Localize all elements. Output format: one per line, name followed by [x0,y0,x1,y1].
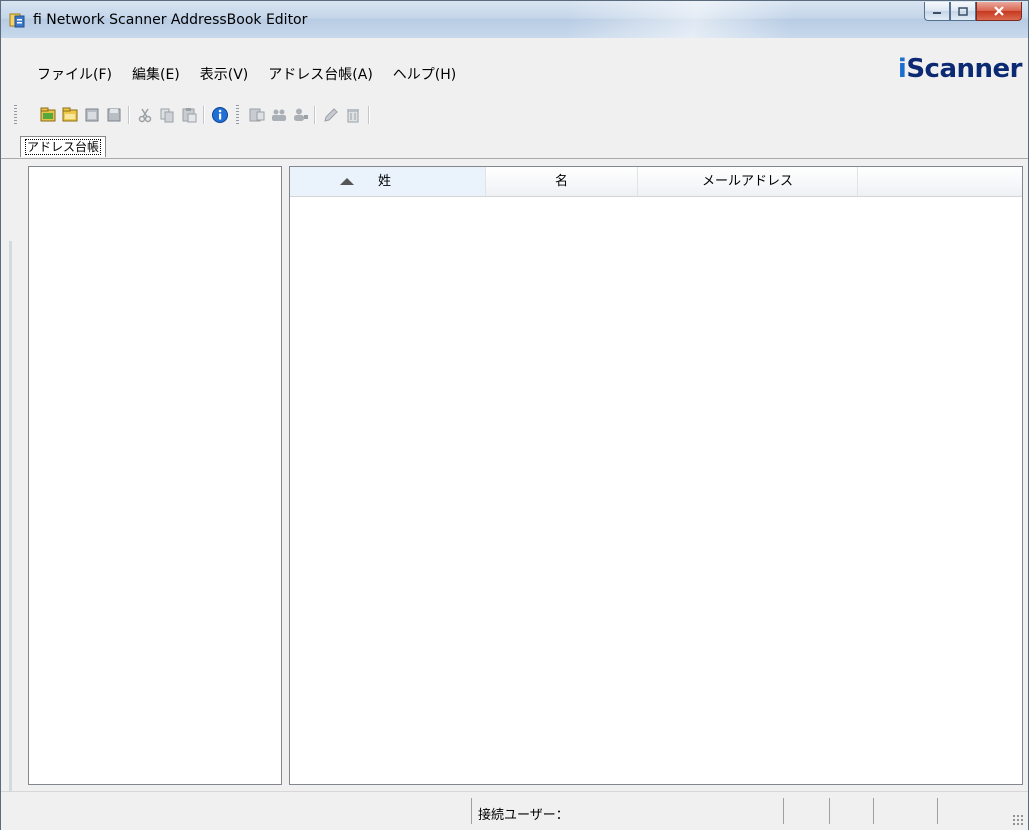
tab-address-book[interactable]: アドレス台帳 [20,136,107,157]
app-window: fi Network Scanner AddressBook Editor ファ… [0,0,1029,830]
add-entry-icon [249,108,265,122]
toolbar-separator [203,106,205,124]
window-edge-shadow [9,241,12,801]
close-icon [994,6,1004,16]
info-button[interactable] [210,105,230,125]
title-bar[interactable]: fi Network Scanner AddressBook Editor [1,1,1028,38]
status-field [829,798,873,824]
cut-button[interactable] [135,105,155,125]
maximize-icon [958,6,968,16]
toolbar-separator [128,106,130,124]
column-header-first-name[interactable]: 名 [486,167,638,196]
open-book-icon [62,107,78,122]
close-button[interactable] [976,2,1022,21]
new-book-icon [40,107,56,122]
delete-icon [347,109,359,123]
window-controls [924,2,1022,22]
resize-grip-icon[interactable] [1012,814,1024,826]
tab-address-book-label: アドレス台帳 [25,139,102,155]
paste-button[interactable] [179,105,199,125]
close-book-button[interactable] [82,105,102,125]
open-book-button[interactable] [60,105,80,125]
copy-button[interactable] [157,105,177,125]
edit-button[interactable] [321,105,341,125]
info-icon [212,107,228,123]
tab-strip: アドレス台帳 [1,133,1028,159]
main-content: 姓 名 メールアドレス [1,159,1028,791]
menu-view[interactable]: 表示(V) [190,66,259,84]
edit-icon [324,108,338,122]
minimize-button[interactable] [924,2,950,21]
cut-icon [138,108,152,123]
menu-file[interactable]: ファイル(F) [27,66,122,84]
close-book-icon [85,108,99,122]
app-icon [9,13,25,28]
column-header-row: 姓 名 メールアドレス [290,167,1022,197]
copy-icon [160,108,174,123]
menu-items: ファイル(F) 編集(E) 表示(V) アドレス台帳(A) ヘルプ(H) [27,66,466,84]
toolbar-grip[interactable] [236,105,239,125]
entry-list[interactable]: 姓 名 メールアドレス [289,166,1023,785]
delete-button[interactable] [343,105,363,125]
status-field [783,798,829,824]
menu-bar: ファイル(F) 編集(E) 表示(V) アドレス台帳(A) ヘルプ(H) iSc… [1,38,1028,95]
paste-icon [182,108,197,123]
menu-edit[interactable]: 編集(E) [122,66,190,84]
add-user-icon [294,108,308,121]
new-book-button[interactable] [38,105,58,125]
add-user-button[interactable] [291,105,311,125]
column-header-last-name[interactable]: 姓 [290,167,486,196]
add-group-icon [272,109,286,121]
menu-address-book[interactable]: アドレス台帳(A) [258,66,383,84]
save-button[interactable] [104,105,124,125]
iscanner-logo: iScanner [897,54,1023,84]
title-bar-sheen [568,1,888,38]
toolbar-separator [368,106,370,124]
add-group-button[interactable] [269,105,289,125]
minimize-icon [933,12,941,14]
address-book-tree[interactable] [28,166,282,785]
column-header-email[interactable]: メールアドレス [638,167,858,196]
save-icon [107,108,121,122]
maximize-button[interactable] [950,2,976,21]
toolbar-grip[interactable] [14,105,17,125]
connected-user-label: 接続ユーザー： [478,808,569,823]
toolbar [1,95,1028,133]
menu-help[interactable]: ヘルプ(H) [383,66,466,84]
column-header-empty[interactable] [858,167,1022,196]
sort-ascending-icon [340,178,354,185]
status-field [873,798,937,824]
status-field [937,798,1011,824]
window-title: fi Network Scanner AddressBook Editor [33,12,308,28]
status-bar: 接続ユーザー： [1,791,1028,830]
add-entry-button[interactable] [247,105,267,125]
toolbar-separator [314,106,316,124]
